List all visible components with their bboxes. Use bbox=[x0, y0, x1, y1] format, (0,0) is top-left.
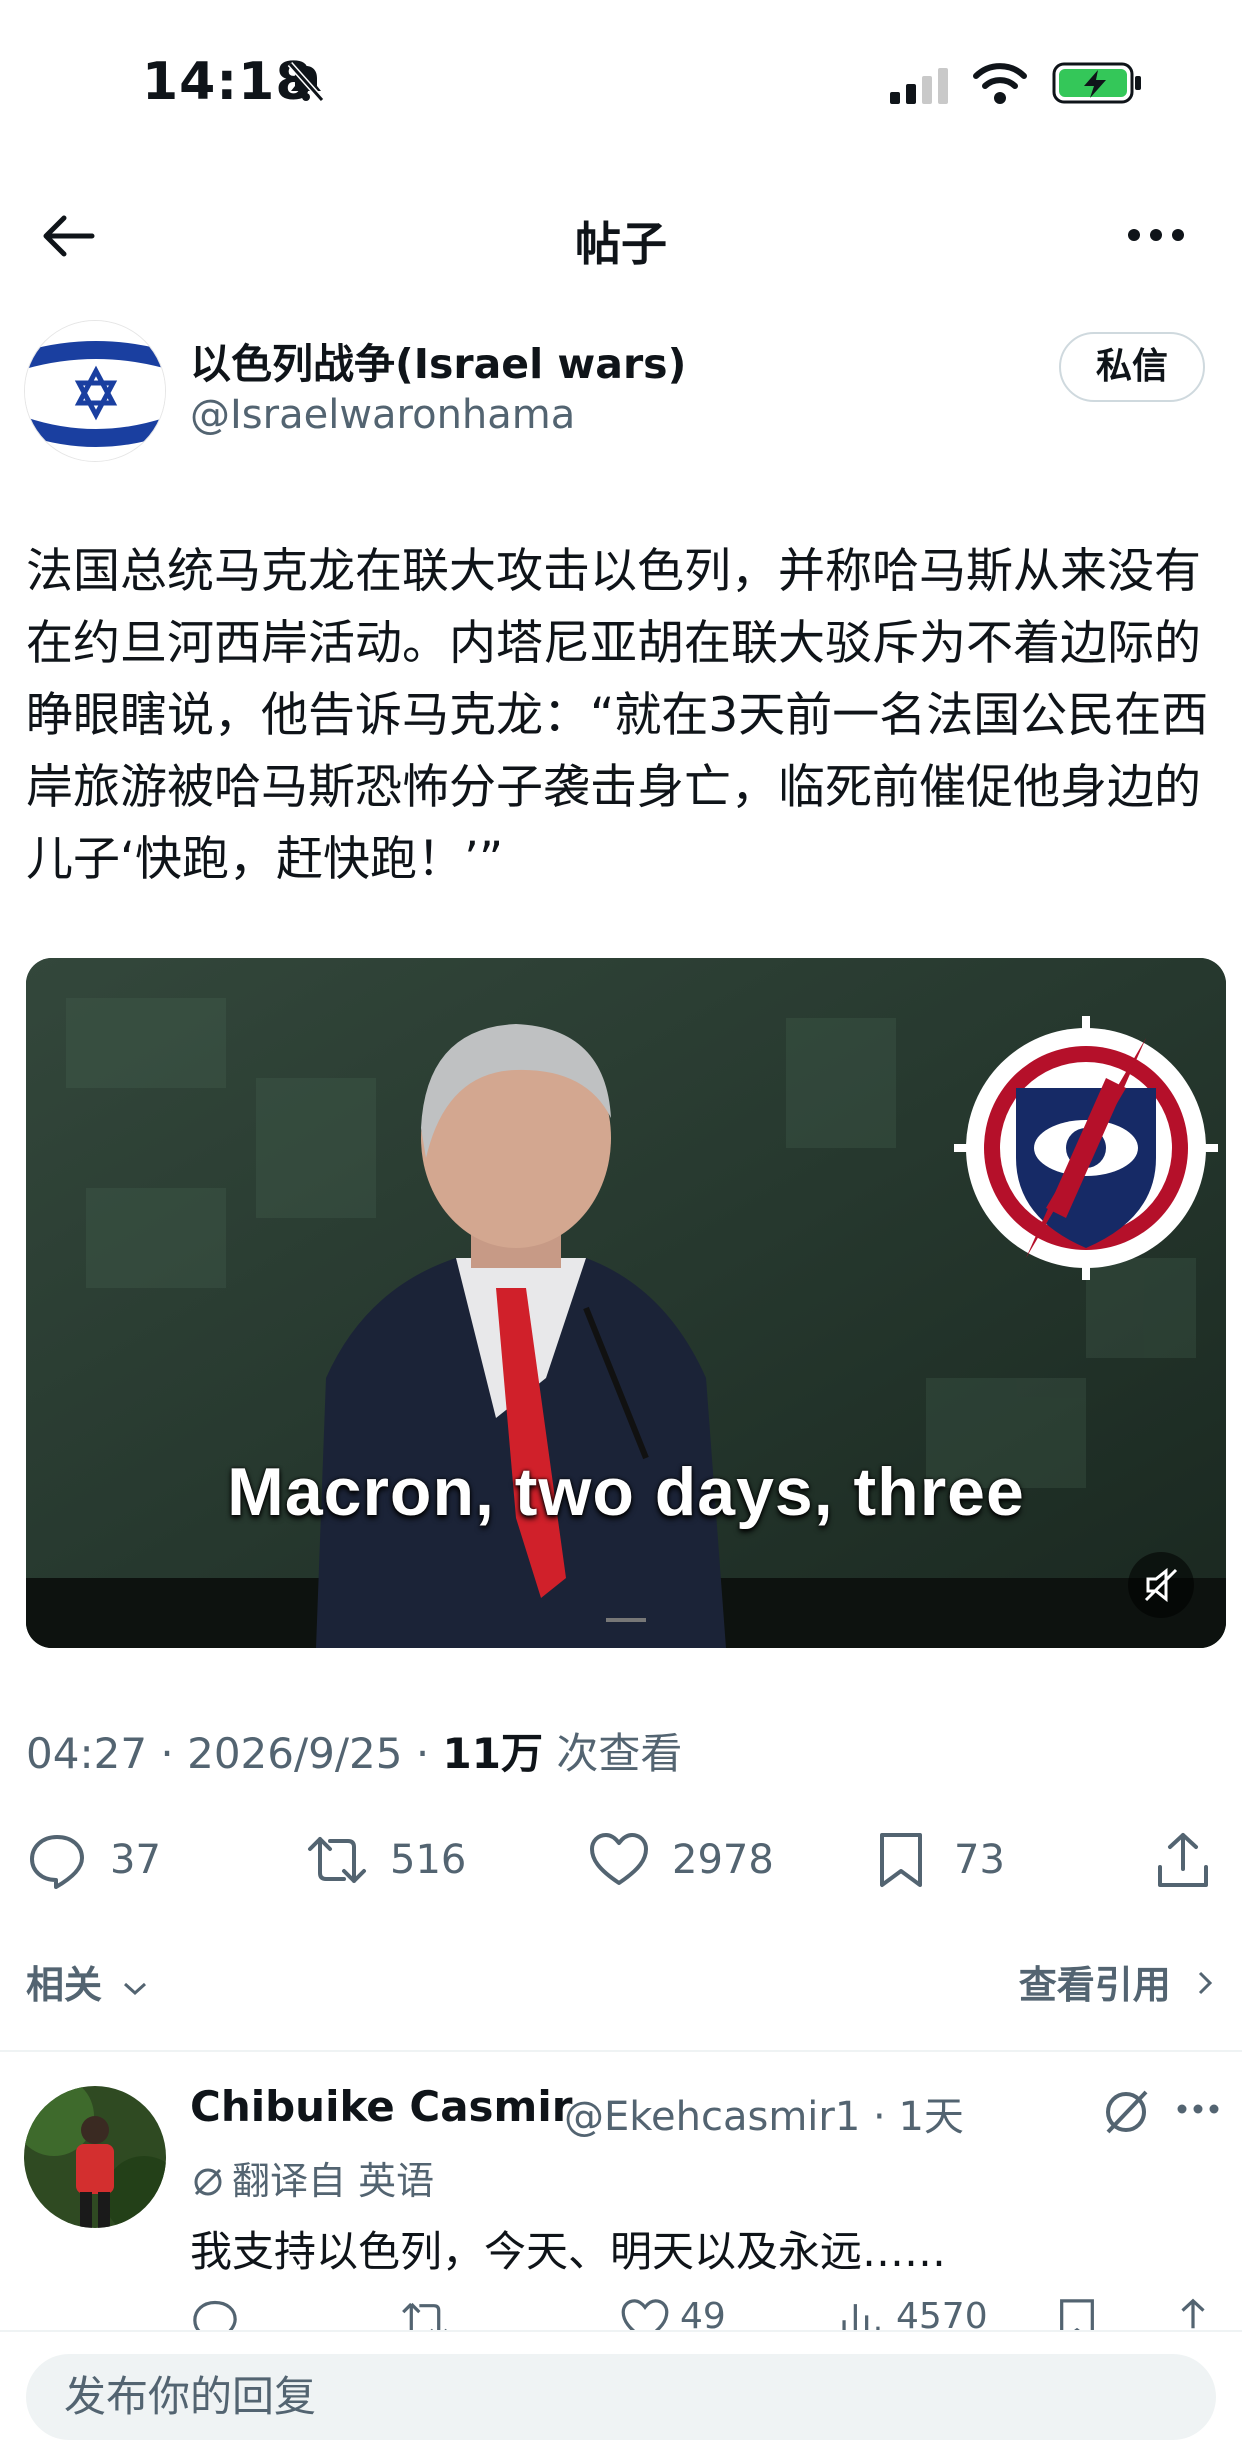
chevron-down-icon bbox=[124, 1982, 147, 1996]
dm-button[interactable]: 私信 bbox=[1059, 332, 1205, 402]
bookmark-count: 73 bbox=[954, 1837, 1005, 1883]
related-label: 相关 bbox=[26, 1963, 103, 2007]
page-title: 帖子 bbox=[575, 217, 667, 271]
reply-icon bbox=[30, 1835, 84, 1889]
translate-icon bbox=[194, 2168, 222, 2196]
heart-icon bbox=[590, 1833, 648, 1885]
post-text: 法国总统马克龙在联大攻击以色列，并称哈马斯从来没有在约旦河西岸活动。内塔尼亚胡在… bbox=[26, 544, 1209, 887]
post-date: 2026/9/25 bbox=[187, 1729, 403, 1778]
like-button[interactable]: 2978 bbox=[588, 1820, 774, 1900]
signal-icon bbox=[890, 68, 948, 104]
share-icon bbox=[1158, 1833, 1208, 1887]
view-quotes-link[interactable]: 查看引用 bbox=[1019, 1954, 1218, 2009]
video-caption: Macron, two days, three bbox=[227, 1454, 1025, 1530]
reply-button[interactable]: 37 bbox=[26, 1820, 161, 1900]
author-handle[interactable]: @Israelwaronhama bbox=[190, 392, 575, 438]
views-label: 次查看 bbox=[556, 1729, 683, 1778]
reply-avatar[interactable] bbox=[24, 2086, 166, 2228]
repost-count: 516 bbox=[390, 1837, 467, 1883]
reply-age: 1天 bbox=[898, 2094, 964, 2140]
like-count: 2978 bbox=[672, 1837, 774, 1883]
author-avatar[interactable] bbox=[24, 320, 166, 462]
repost-button[interactable]: 516 bbox=[306, 1820, 466, 1900]
reply-count: 37 bbox=[110, 1837, 161, 1883]
action-bar: 37 516 2978 73 bbox=[0, 1820, 1242, 1900]
quotes-label: 查看引用 bbox=[1018, 1963, 1171, 2007]
translation-note[interactable]: 翻译自 英语 bbox=[190, 2150, 434, 2205]
reply-author-name[interactable]: Chibuike Casmir bbox=[190, 2082, 572, 2131]
reply-handle[interactable]: @Ekehcasmir1 bbox=[564, 2094, 860, 2140]
chevron-right-icon bbox=[1198, 1971, 1213, 1995]
top-nav: 帖子 bbox=[0, 190, 1242, 280]
related-dropdown[interactable]: 相关 bbox=[26, 1954, 149, 2009]
repost-icon bbox=[308, 1837, 366, 1883]
more-horizontal-icon[interactable] bbox=[1126, 220, 1186, 250]
compose-bar: 发布你的回复 bbox=[0, 2330, 1242, 2447]
reply-more-icon[interactable] bbox=[1176, 2098, 1220, 2120]
post-video[interactable]: Macron, two days, three bbox=[26, 958, 1226, 1648]
bookmark-button[interactable]: 73 bbox=[870, 1820, 1005, 1900]
post-meta: 04:27 · 2026/9/25 · 11万 次查看 bbox=[26, 1729, 683, 1778]
wifi-icon bbox=[973, 63, 1027, 104]
view-count: 11万 bbox=[442, 1729, 543, 1778]
bell-muted-icon bbox=[287, 62, 325, 102]
reply-meta: @Ekehcasmir1 · 1天 bbox=[564, 2094, 964, 2140]
translated-from: 翻译自 英语 bbox=[232, 2159, 435, 2203]
status-bar: 14:18 bbox=[0, 0, 1242, 170]
post-time: 04:27 bbox=[26, 1729, 148, 1778]
bookmark-icon bbox=[880, 1833, 922, 1887]
grok-icon[interactable] bbox=[1100, 2086, 1152, 2138]
battery-charging-icon bbox=[1052, 62, 1141, 104]
mute-button[interactable] bbox=[1128, 1552, 1194, 1618]
reply-text: 我支持以色列，今天、明天以及永远…… bbox=[190, 2227, 947, 2276]
reply-input[interactable]: 发布你的回复 bbox=[26, 2354, 1216, 2440]
volume-muted-icon bbox=[1144, 1567, 1178, 1603]
video-frame bbox=[26, 958, 1226, 1648]
divider bbox=[0, 2050, 1242, 2052]
author-name[interactable]: 以色列战争(Israel wars) bbox=[190, 330, 686, 390]
share-button[interactable] bbox=[1152, 1820, 1214, 1900]
